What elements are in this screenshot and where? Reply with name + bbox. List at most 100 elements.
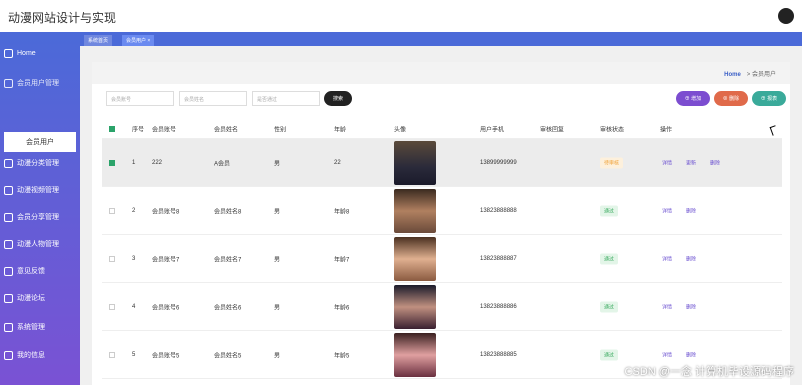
sidebar-item-label: 动漫分类管理 [17, 160, 59, 167]
sidebar-item-share[interactable]: 会员分享管理 [0, 204, 80, 230]
sidebar-item-label: 系统管理 [17, 324, 45, 331]
cell-age: 年龄5 [334, 353, 350, 359]
col-age: 年龄 [334, 127, 347, 133]
cell-no: 3 [132, 255, 136, 262]
breadcrumb-home[interactable]: Home [724, 72, 741, 78]
cell-name: 会员姓名6 [214, 305, 242, 311]
row-checkbox[interactable] [109, 255, 115, 262]
home-icon [4, 48, 13, 58]
cell-gender: 男 [274, 257, 281, 263]
row-checkbox[interactable] [109, 351, 115, 358]
cell-account: 会员账号7 [152, 257, 180, 263]
forum-icon [4, 293, 13, 303]
cell-phone: 13823888887 [480, 255, 517, 262]
delete-link[interactable]: 删除 [686, 351, 696, 358]
sidebar-item-video[interactable]: 动漫视频管理 [0, 177, 80, 203]
report-button[interactable]: ⊕ 报表 [752, 91, 786, 106]
cell-age: 年龄8 [334, 209, 350, 215]
table-row[interactable]: 4 会员账号6 会员姓名6 男 年龄6 13823888886 通过 详情 删除 [102, 283, 782, 331]
detail-link[interactable]: 详情 [662, 303, 672, 310]
tab-bar: 系统首页 会员用户 × [80, 32, 802, 46]
col-gender: 性别 [274, 127, 287, 133]
detail-link[interactable]: 详情 [662, 159, 672, 166]
cell-gender: 男 [274, 161, 281, 167]
cell-account: 会员账号5 [152, 353, 180, 359]
video-icon [4, 185, 13, 195]
category-icon [4, 158, 13, 168]
avatar-image [394, 333, 436, 377]
avatar-image [394, 285, 436, 329]
detail-link[interactable]: 详情 [662, 351, 672, 358]
name-input[interactable]: 会员姓名 [179, 91, 247, 106]
share-icon [4, 212, 13, 222]
member-table: 序号 会员账号 会员姓名 性别 年龄 头像 用户手机 审核回复 审核状态 操作 … [102, 119, 782, 379]
cell-no: 2 [132, 207, 136, 214]
row-checkbox[interactable] [109, 207, 115, 214]
detail-link[interactable]: 详情 [662, 207, 672, 214]
cell-name: 会员姓名5 [214, 353, 242, 359]
cell-phone: 13823888885 [480, 351, 517, 358]
cell-no: 1 [132, 159, 136, 166]
delete-link[interactable]: 删除 [686, 207, 696, 214]
cell-phone: 13823888886 [480, 303, 517, 310]
sidebar-item-member[interactable]: 会员用户管理 [0, 70, 80, 96]
cell-name: 会员姓名8 [214, 209, 242, 215]
sidebar-item-label: 会员用户管理 [17, 80, 59, 87]
delete-link[interactable]: 删除 [710, 159, 720, 166]
user-icon [4, 131, 13, 141]
delete-button[interactable]: ⊗ 删除 [714, 91, 748, 106]
sidebar-item-label: 动漫视频管理 [17, 187, 59, 194]
col-reply: 审核回复 [540, 127, 565, 133]
cell-name: 会员姓名7 [214, 257, 242, 263]
status-badge: 通过 [600, 253, 619, 264]
sidebar-item-label: Home [17, 49, 36, 57]
cell-phone: 13899999999 [480, 159, 517, 166]
cell-no: 5 [132, 351, 136, 358]
sidebar-item-system[interactable]: 系统管理 [0, 314, 80, 340]
cell-account: 会员账号6 [152, 305, 180, 311]
col-status: 审核状态 [600, 127, 625, 133]
add-button[interactable]: ⊕ 增加 [676, 91, 710, 106]
sidebar-item-label: 动漫论坛 [17, 295, 45, 302]
search-button[interactable]: 搜索 [324, 91, 352, 106]
row-checkbox[interactable] [109, 159, 115, 166]
cell-gender: 男 [274, 305, 281, 311]
delete-link[interactable]: 删除 [686, 303, 696, 310]
sidebar-item-feedback[interactable]: 意见反馈 [0, 258, 80, 284]
delete-link[interactable]: 删除 [686, 255, 696, 262]
tab-member-user[interactable]: 会员用户 × [122, 35, 155, 46]
user-avatar[interactable] [778, 8, 794, 24]
sidebar-item-label: 意见反馈 [17, 268, 45, 275]
select-all-checkbox[interactable] [109, 125, 115, 132]
feedback-icon [4, 266, 13, 276]
system-icon [4, 322, 13, 332]
tab-home[interactable]: 系统首页 [84, 35, 113, 46]
account-input[interactable]: 会员账号 [106, 91, 174, 106]
table-row[interactable]: 3 会员账号7 会员姓名7 男 年龄7 13823888887 通过 详情 删除 [102, 235, 782, 283]
avatar-image [394, 141, 436, 185]
audit-select[interactable]: 是否通过 [252, 91, 320, 106]
cell-gender: 男 [274, 209, 281, 215]
sidebar-item-user[interactable]: 用户管理 [0, 123, 80, 149]
table-row[interactable]: 2 会员账号8 会员姓名8 男 年龄8 13823888888 通过 详情 删除 [102, 187, 782, 235]
update-link[interactable]: 更新 [686, 159, 696, 166]
status-badge: 通过 [600, 205, 619, 216]
breadcrumb-text: Home > 会员用户 [724, 72, 776, 78]
sidebar-item-category[interactable]: 动漫分类管理 [0, 150, 80, 176]
sidebar-item-character[interactable]: 动漫人物管理 [0, 231, 80, 257]
sidebar-item-home[interactable]: Home [0, 40, 80, 66]
col-no: 序号 [132, 127, 145, 133]
breadcrumb-current: 会员用户 [751, 72, 776, 78]
table-header: 序号 会员账号 会员姓名 性别 年龄 头像 用户手机 审核回复 审核状态 操作 [102, 119, 782, 139]
status-badge: 通过 [600, 301, 619, 312]
cell-no: 4 [132, 303, 136, 310]
row-checkbox[interactable] [109, 303, 115, 310]
sidebar-item-forum[interactable]: 动漫论坛 [0, 285, 80, 311]
sidebar-item-label: 动漫人物管理 [17, 241, 59, 248]
table-row[interactable]: 1 222 A会员 男 22 13899999999 待审核 详情 更新 删除 [102, 139, 782, 187]
cell-age: 22 [334, 159, 341, 166]
detail-link[interactable]: 详情 [662, 255, 672, 262]
sidebar-item-profile[interactable]: 我的信息 [0, 342, 80, 368]
profile-icon [4, 350, 13, 360]
watermark: CSDN @一念 计算机毕设源码程序 [624, 366, 794, 378]
